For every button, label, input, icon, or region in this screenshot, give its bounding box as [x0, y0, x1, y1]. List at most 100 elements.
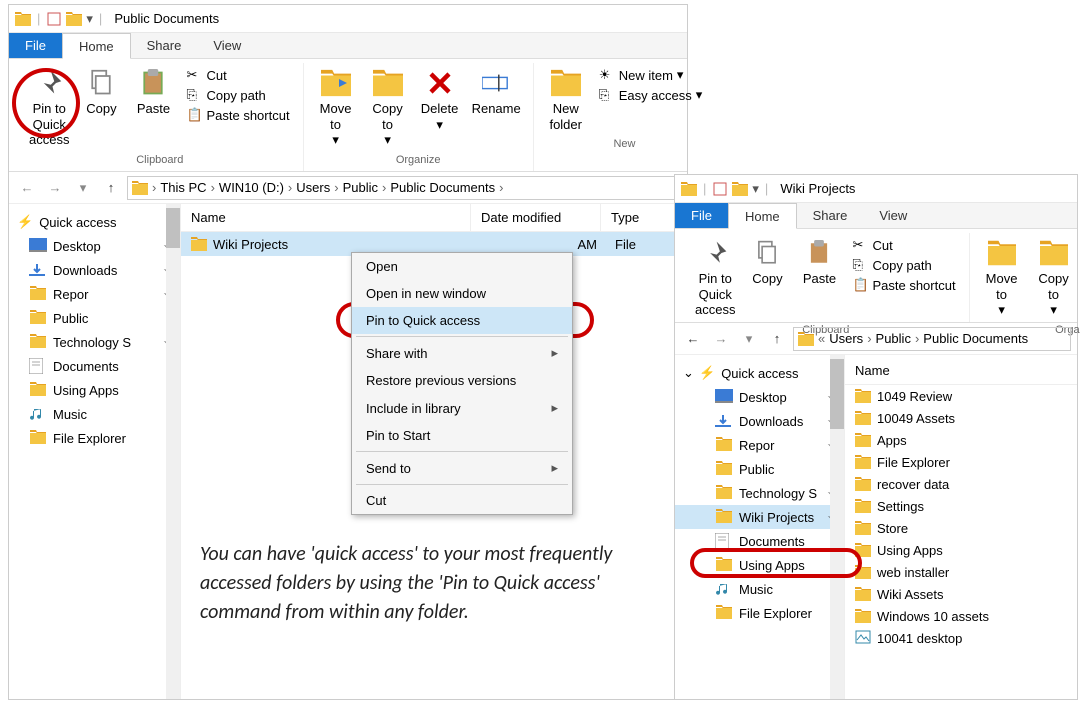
home-tab[interactable]: Home — [62, 33, 131, 59]
crumb[interactable]: WIN10 (D:) — [219, 180, 284, 195]
crumb[interactable]: Users — [829, 331, 863, 346]
ctx-sendto[interactable]: Send to▸ — [352, 454, 572, 482]
sidebar-item[interactable]: Using Apps — [9, 378, 180, 402]
move-to-button[interactable]: Move to▾ — [310, 63, 362, 152]
sidebar-item[interactable]: Public — [9, 306, 180, 330]
file-tab[interactable]: File — [675, 203, 728, 228]
qat-icon[interactable] — [46, 11, 62, 27]
file-row[interactable]: Using Apps — [845, 539, 1077, 561]
ctx-include[interactable]: Include in library▸ — [352, 394, 572, 422]
forward-button[interactable]: → — [709, 327, 733, 351]
quick-access-header[interactable]: ⌄⚡Quick access — [675, 361, 844, 385]
crumb[interactable]: Users — [296, 180, 330, 195]
crumb[interactable]: Public Documents — [390, 180, 495, 195]
paste-button[interactable]: Paste — [793, 233, 845, 291]
scrollbar[interactable] — [830, 355, 844, 699]
copy-button[interactable]: Copy — [741, 233, 793, 291]
sidebar-item[interactable]: Documents — [675, 529, 844, 553]
new-folder-button[interactable]: New folder — [540, 63, 592, 136]
copy-button[interactable]: Copy — [75, 63, 127, 121]
file-row[interactable]: Settings — [845, 495, 1077, 517]
sidebar-item[interactable]: Wiki Projects — [675, 505, 844, 529]
sidebar-item[interactable]: Technology S — [9, 330, 180, 354]
file-row[interactable]: Apps — [845, 429, 1077, 451]
ctx-open[interactable]: Open — [352, 253, 572, 280]
up-button[interactable]: ↑ — [99, 176, 123, 200]
pin-quick-access-button[interactable]: Pin to Quick access — [23, 63, 75, 152]
home-tab[interactable]: Home — [728, 203, 797, 229]
view-tab[interactable]: View — [863, 203, 923, 228]
sidebar-item[interactable]: Technology S — [675, 481, 844, 505]
folder-small-icon[interactable] — [732, 181, 748, 197]
pin-quick-access-button[interactable]: Pin to Quick access — [689, 233, 741, 322]
sidebar-item[interactable]: Using Apps — [675, 553, 844, 577]
cut-button[interactable]: ✂Cut — [183, 65, 292, 85]
file-row[interactable]: 10049 Assets — [845, 407, 1077, 429]
file-row[interactable]: 10041 desktop — [845, 627, 1077, 650]
col-name[interactable]: Name — [181, 204, 471, 231]
sidebar-item[interactable]: File Explorer — [675, 601, 844, 625]
col-date[interactable]: Date modified — [471, 204, 601, 231]
scrollbar-thumb[interactable] — [830, 359, 844, 429]
sidebar-item[interactable]: Downloads — [9, 258, 180, 282]
recent-dropdown[interactable]: ▾ — [737, 327, 761, 351]
paste-shortcut-button[interactable]: 📋Paste shortcut — [849, 275, 958, 295]
file-row[interactable]: 1049 Review — [845, 385, 1077, 407]
ctx-pin-quick[interactable]: Pin to Quick access — [352, 307, 572, 334]
back-button[interactable]: ← — [15, 176, 39, 200]
folder-small-icon[interactable] — [66, 11, 82, 27]
forward-button[interactable]: → — [43, 176, 67, 200]
file-row[interactable]: Wiki Assets — [845, 583, 1077, 605]
crumb[interactable]: Public Documents — [923, 331, 1028, 346]
ctx-cut[interactable]: Cut — [352, 487, 572, 514]
crumb[interactable]: This PC — [160, 180, 206, 195]
ctx-open-new[interactable]: Open in new window — [352, 280, 572, 307]
crumb[interactable]: Public — [343, 180, 378, 195]
cut-button[interactable]: ✂Cut — [849, 235, 958, 255]
copy-path-button[interactable]: ⎘Copy path — [849, 255, 958, 275]
sidebar-item[interactable]: Music — [675, 577, 844, 601]
new-item-button[interactable]: ☀New item ▾ — [596, 65, 706, 85]
back-button[interactable]: ← — [681, 327, 705, 351]
paste-button[interactable]: Paste — [127, 63, 179, 121]
view-tab[interactable]: View — [197, 33, 257, 58]
sidebar-item[interactable]: Downloads — [675, 409, 844, 433]
scrollbar[interactable] — [166, 204, 180, 699]
sidebar-item[interactable]: Desktop — [675, 385, 844, 409]
sidebar-item[interactable]: Public — [675, 457, 844, 481]
address-bar[interactable]: › This PC› WIN10 (D:)› Users› Public› Pu… — [127, 176, 681, 200]
copy-to-button[interactable]: Copy to▾ — [362, 63, 414, 152]
file-row[interactable]: File Explorer — [845, 451, 1077, 473]
move-to-button[interactable]: Move to▾ — [976, 233, 1028, 322]
sidebar-item[interactable]: Documents — [9, 354, 180, 378]
sidebar-item[interactable]: Desktop — [9, 234, 180, 258]
file-row[interactable]: recover data — [845, 473, 1077, 495]
sidebar-item[interactable]: Music — [9, 402, 180, 426]
share-tab[interactable]: Share — [131, 33, 198, 58]
easy-access-button[interactable]: ⎘Easy access ▾ — [596, 85, 706, 105]
paste-shortcut-button[interactable]: 📋Paste shortcut — [183, 105, 292, 125]
col-name[interactable]: Name — [845, 357, 1077, 385]
rename-button[interactable]: Rename — [466, 63, 527, 121]
up-button[interactable]: ↑ — [765, 327, 789, 351]
sidebar-item[interactable]: Repor — [675, 433, 844, 457]
quick-access-header[interactable]: ⚡Quick access — [9, 210, 180, 234]
crumb[interactable]: Public — [876, 331, 911, 346]
file-row[interactable]: Windows 10 assets — [845, 605, 1077, 627]
chevron-down-icon[interactable]: ⌄ — [683, 365, 693, 381]
ctx-share[interactable]: Share with▸ — [352, 339, 572, 367]
recent-dropdown[interactable]: ▾ — [71, 176, 95, 200]
file-tab[interactable]: File — [9, 33, 62, 58]
file-row[interactable]: Store — [845, 517, 1077, 539]
ctx-restore[interactable]: Restore previous versions — [352, 367, 572, 394]
delete-button[interactable]: Delete▾ — [414, 63, 466, 136]
share-tab[interactable]: Share — [797, 203, 864, 228]
address-bar[interactable]: « Users› Public› Public Documents — [793, 327, 1071, 351]
qat-icon[interactable] — [712, 181, 728, 197]
sidebar-item[interactable]: Repor — [9, 282, 180, 306]
ctx-pinstart[interactable]: Pin to Start — [352, 422, 572, 449]
copy-to-button[interactable]: Copy to▾ — [1028, 233, 1080, 322]
scrollbar-thumb[interactable] — [166, 208, 180, 248]
sidebar-item[interactable]: File Explorer — [9, 426, 180, 450]
file-row[interactable]: web installer — [845, 561, 1077, 583]
